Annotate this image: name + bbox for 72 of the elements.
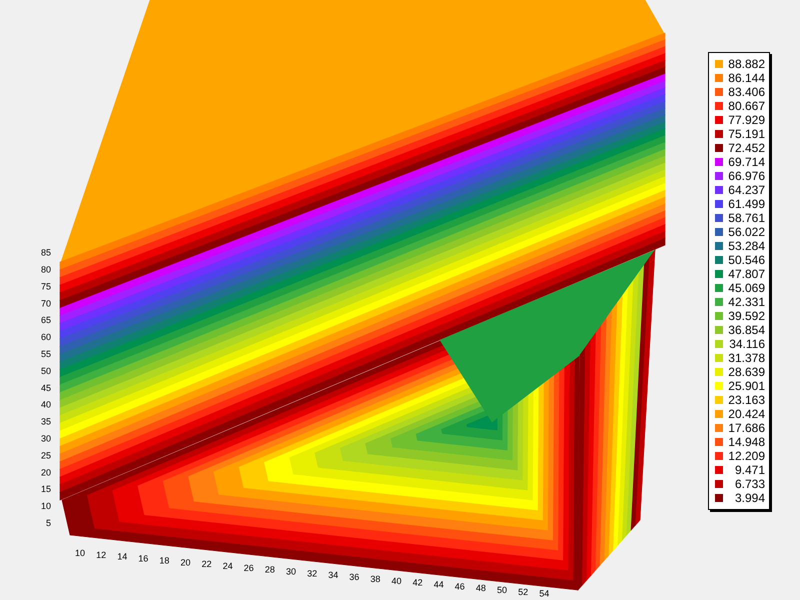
legend-value: 61.499 xyxy=(727,197,765,211)
axis-tick-label: 25 xyxy=(40,450,51,460)
axis-tick-label: 44 xyxy=(434,579,444,590)
axis-tick-label: 80 xyxy=(40,264,51,274)
axis-tick-label: 35 xyxy=(40,416,51,427)
legend-value: 31.378 xyxy=(727,351,765,365)
axis-tick-label: 20 xyxy=(40,467,51,478)
legend-value: 17.686 xyxy=(727,421,765,435)
legend-value: 3.994 xyxy=(734,491,765,505)
axis-tick-label: 54 xyxy=(539,588,550,599)
axis-tick-label: 46 xyxy=(454,581,465,592)
legend-value: 20.424 xyxy=(727,407,765,421)
axis-tick-label: 18 xyxy=(159,555,170,566)
legend-value: 83.406 xyxy=(727,85,765,99)
legend-value: 86.144 xyxy=(727,71,765,85)
axis-tick-label: 30 xyxy=(40,434,51,444)
legend-value: 28.639 xyxy=(727,365,765,379)
axis-tick-label: 45 xyxy=(40,382,51,393)
axis-tick-label: 12 xyxy=(96,550,106,560)
legend-value: 80.667 xyxy=(727,99,765,113)
axis-tick-label: 38 xyxy=(370,574,380,584)
legend-value: 9.471 xyxy=(734,463,765,477)
axis-tick-label: 50 xyxy=(497,585,507,595)
axis-tick-label: 5 xyxy=(46,518,51,528)
axis-tick-label: 65 xyxy=(40,315,51,326)
axis-tick-label: 14 xyxy=(117,552,128,562)
legend-value: 45.069 xyxy=(727,281,765,295)
axis-tick-label: 42 xyxy=(412,578,423,588)
axis-tick-label: 52 xyxy=(518,586,528,597)
legend-value: 56.022 xyxy=(727,225,765,239)
axis-tick-label: 24 xyxy=(222,560,233,571)
legend-value: 75.191 xyxy=(727,127,765,141)
axis-tick-label: 85 xyxy=(40,248,51,258)
axis-tick-label: 32 xyxy=(307,568,318,578)
axis-tick-label: 15 xyxy=(40,484,51,494)
axis-tick-label: 36 xyxy=(349,572,360,582)
legend-value: 66.976 xyxy=(727,169,765,183)
legend-value: 14.948 xyxy=(727,435,765,449)
axis-tick-label: 75 xyxy=(40,281,51,292)
axis-tick-label: 20 xyxy=(180,557,190,568)
axis-tick-label: 10 xyxy=(75,548,85,558)
legend-value: 47.807 xyxy=(727,267,765,281)
axis-tick-label: 60 xyxy=(40,332,51,342)
axis-tick-label: 55 xyxy=(40,349,51,359)
legend-value: 12.209 xyxy=(727,449,765,463)
axis-tick-label: 50 xyxy=(40,366,51,376)
axis-tick-label: 16 xyxy=(138,554,148,564)
axis-tick-label: 26 xyxy=(244,562,254,573)
axis-tick-label: 10 xyxy=(40,501,51,512)
axis-tick-label: 70 xyxy=(40,298,51,308)
axis-tick-label: 30 xyxy=(286,566,296,576)
axis-tick-label: 40 xyxy=(40,400,51,410)
axis-tick-label: 48 xyxy=(476,583,486,594)
legend-value: 39.592 xyxy=(727,309,765,323)
legend-value: 6.733 xyxy=(734,477,765,491)
legend-value: 53.284 xyxy=(727,239,765,253)
legend-value: 88.882 xyxy=(727,57,765,71)
legend-value: 72.452 xyxy=(727,141,765,155)
legend-value: 34.116 xyxy=(728,337,765,351)
legend-value: 36.854 xyxy=(727,323,765,337)
legend-value: 25.901 xyxy=(727,379,765,393)
legend-value: 23.163 xyxy=(727,393,765,407)
legend-value: 50.546 xyxy=(727,253,765,267)
axis-tick-label: 34 xyxy=(328,570,338,580)
legend-value: 77.929 xyxy=(727,113,765,127)
axis-tick-label: 28 xyxy=(264,564,275,575)
axis-tick-label: 22 xyxy=(202,559,212,570)
legend-value: 69.714 xyxy=(727,155,765,169)
legend-value: 42.331 xyxy=(727,295,765,309)
legend-value: 58.761 xyxy=(727,211,765,225)
axis-tick-label: 40 xyxy=(392,576,402,586)
legend-value: 64.237 xyxy=(727,183,765,197)
